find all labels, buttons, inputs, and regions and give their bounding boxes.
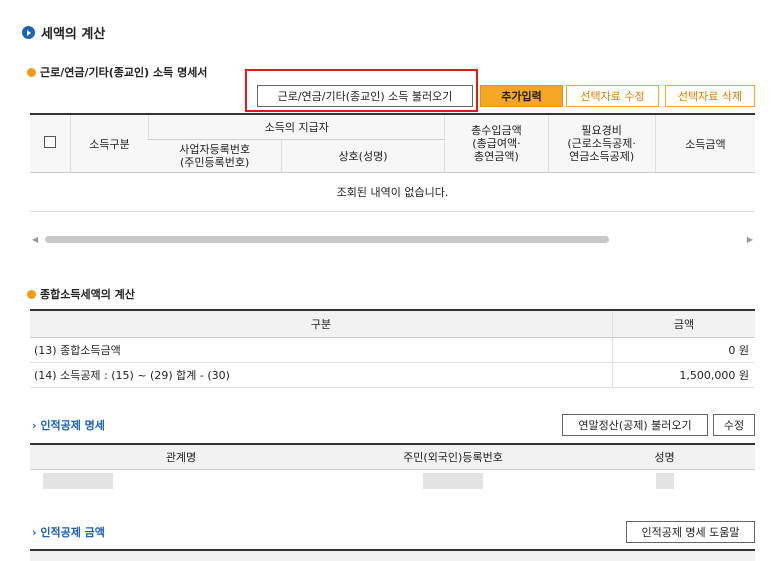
- add-input-button[interactable]: 추가입력: [480, 85, 563, 107]
- income-section-title-text: 근로/연금/기타(종교인) 소득 명세서: [40, 66, 208, 79]
- tax-table: 구분 금액 (13) 종합소득금액 0 원 (14) 소득공제 : (15) ~…: [30, 309, 755, 388]
- scroll-left-icon[interactable]: ◀: [32, 235, 38, 244]
- section-title-text: 세액의 계산: [41, 27, 106, 42]
- header-company-name: 상호(성명): [280, 139, 445, 173]
- header-business-no: 사업자등록번호 (주민등록번호): [148, 139, 282, 173]
- header-relation: 관계명: [30, 444, 332, 470]
- table-row: (13) 종합소득금액 0 원: [30, 337, 755, 363]
- bullet-icon: [27, 67, 36, 77]
- header-name: 성명: [574, 444, 755, 470]
- edit-deduction-button[interactable]: 수정: [713, 414, 755, 436]
- redacted-block: [423, 472, 483, 489]
- header-income-amount: 소득금액: [654, 114, 755, 173]
- personal-deduction-table: 관계명 주민(외국인)등록번호 성명: [30, 443, 755, 494]
- personal-deduction-title: › 인적공제 명세: [32, 419, 105, 432]
- arrow-circle-icon: [22, 26, 35, 39]
- row-label: (14) 소득공제 : (15) ~ (29) 합계 - (30): [30, 362, 613, 388]
- table-row: [30, 470, 755, 495]
- scrollbar-thumb[interactable]: [45, 236, 609, 243]
- deduction-help-button[interactable]: 인적공제 명세 도움말: [626, 521, 755, 543]
- select-all-cell: [30, 114, 71, 173]
- scroll-right-icon[interactable]: ▶: [747, 235, 753, 244]
- row-value: 1,500,000 원: [612, 362, 755, 388]
- row-label: (13) 종합소득금액: [30, 337, 613, 363]
- load-yearend-button[interactable]: 연말정산(공제) 불러오기: [562, 414, 708, 436]
- row-value: 0 원: [612, 337, 755, 363]
- delete-selected-button[interactable]: 선택자료 삭제: [665, 85, 755, 107]
- header-payer: 소득의 지급자: [148, 114, 445, 140]
- redacted-block: [655, 472, 674, 489]
- header-total-income: 총수입금액 (총급여액· 총연금액): [444, 114, 549, 173]
- highlight-box: [245, 69, 478, 112]
- header-amount: 금액: [612, 310, 755, 338]
- header-id-no: 주민(외국인)등록번호: [332, 444, 574, 470]
- horizontal-scrollbar[interactable]: ◀ ▶: [30, 233, 755, 245]
- deduction-amount-title: › 인적공제 금액: [32, 526, 105, 539]
- header-expenses: 필요경비 (근로소득공제· 연금소득공제): [547, 114, 656, 173]
- tax-section-title: 종합소득세액의 계산: [27, 286, 135, 302]
- tax-section-title-text: 종합소득세액의 계산: [40, 288, 135, 301]
- header-income-type: 소득구분: [69, 114, 149, 173]
- edit-selected-button[interactable]: 선택자료 수정: [566, 85, 659, 107]
- income-section-title: 근로/연금/기타(종교인) 소득 명세서: [27, 64, 207, 80]
- header-category: 구분: [30, 310, 613, 338]
- empty-message: 조회된 내역이 없습니다.: [30, 172, 755, 212]
- redacted-block: [43, 472, 113, 489]
- deduction-amount-table: [30, 549, 755, 561]
- table-row: (14) 소득공제 : (15) ~ (29) 합계 - (30) 1,500,…: [30, 362, 755, 388]
- bullet-icon: [27, 289, 36, 299]
- income-table: 소득구분 소득의 지급자 총수입금액 (총급여액· 총연금액) 필요경비 (근로…: [30, 113, 755, 212]
- section-title: 세액의 계산: [22, 23, 105, 42]
- select-all-checkbox[interactable]: [43, 136, 56, 148]
